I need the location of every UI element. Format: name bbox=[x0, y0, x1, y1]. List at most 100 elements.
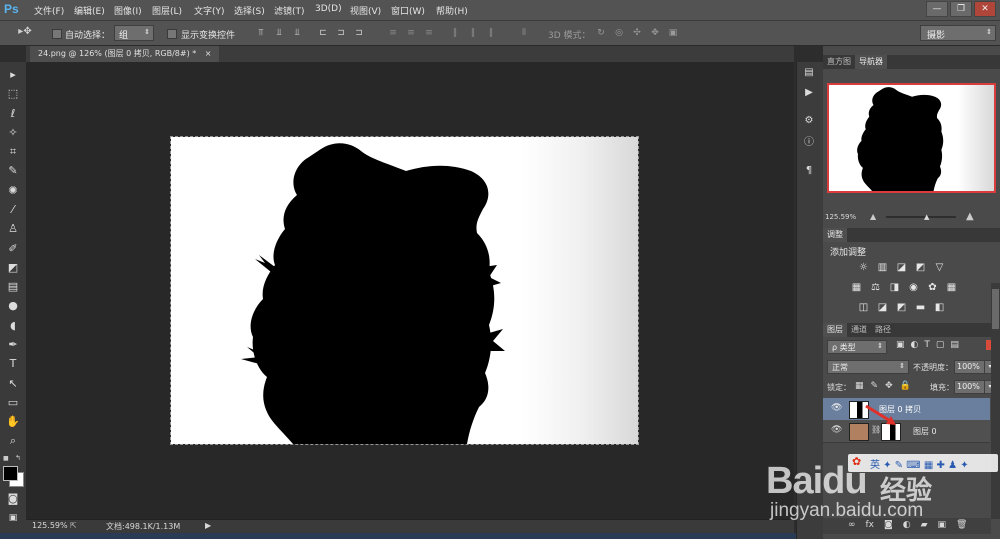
distribute-right-icon[interactable]: ‖ bbox=[486, 28, 496, 38]
pen-tool-icon[interactable]: ✒ bbox=[6, 338, 20, 352]
zoom-tool-icon[interactable]: ⌕ bbox=[6, 434, 20, 448]
align-right-icon[interactable]: ⊐ bbox=[354, 28, 364, 38]
vibrance-icon[interactable]: ▽ bbox=[934, 262, 945, 273]
opacity-input[interactable]: 100% bbox=[954, 360, 986, 374]
eyedropper-tool-icon[interactable]: ✎ bbox=[6, 164, 20, 178]
gradient-tool-icon[interactable]: ▤ bbox=[6, 280, 20, 294]
default-colors-icon[interactable]: ■ bbox=[3, 455, 9, 462]
properties-panel-icon[interactable]: ⚙ bbox=[802, 114, 816, 128]
scrollbar-thumb[interactable] bbox=[992, 289, 999, 329]
history-brush-tool-icon[interactable]: ✐ bbox=[6, 242, 20, 256]
status-menu-arrow-icon[interactable]: ▶ bbox=[205, 521, 211, 530]
selective-color-icon[interactable]: ◧ bbox=[934, 302, 945, 313]
auto-align-icon[interactable]: ⫴ bbox=[519, 28, 529, 38]
clone-stamp-tool-icon[interactable]: ♙ bbox=[6, 222, 20, 236]
quick-mask-icon[interactable]: ◙ bbox=[6, 492, 20, 506]
rectangle-tool-icon[interactable]: ▭ bbox=[6, 396, 20, 410]
tab-navigator[interactable]: 导航器 bbox=[855, 55, 887, 69]
menu-view[interactable]: 视图(V) bbox=[350, 4, 381, 17]
auto-select-checkbox[interactable] bbox=[52, 29, 62, 39]
foreground-color-swatch[interactable] bbox=[3, 466, 18, 481]
visibility-eye-icon[interactable]: 👁 bbox=[831, 425, 842, 435]
black-white-icon[interactable]: ◨ bbox=[889, 282, 900, 293]
move-tool-icon[interactable]: ▸ bbox=[6, 68, 20, 82]
rotate-3d-icon[interactable]: ↻ bbox=[596, 28, 606, 38]
fill-input[interactable]: 100% bbox=[954, 380, 986, 394]
color-balance-icon[interactable]: ⚖ bbox=[870, 282, 881, 293]
tab-histogram[interactable]: 直方图 bbox=[823, 55, 855, 69]
dodge-tool-icon[interactable]: ◖ bbox=[6, 319, 20, 333]
align-bottom-icon[interactable]: ⫫ bbox=[292, 28, 302, 38]
zoom-slider-track[interactable] bbox=[886, 216, 956, 218]
lock-position-icon[interactable]: ✥ bbox=[885, 381, 893, 391]
exposure-icon[interactable]: ◩ bbox=[915, 262, 926, 273]
layer-row-selected[interactable]: 👁 图层 0 拷贝 bbox=[823, 398, 990, 421]
navigator-zoom[interactable]: 125.59% bbox=[825, 213, 856, 221]
status-zoom[interactable]: 125.59% bbox=[32, 521, 68, 530]
align-top-icon[interactable]: ⫪ bbox=[256, 28, 266, 38]
filter-type-icon[interactable]: T bbox=[924, 340, 930, 350]
levels-icon[interactable]: ▥ bbox=[877, 262, 888, 273]
tab-layers[interactable]: 图层 bbox=[823, 323, 847, 337]
visibility-eye-icon[interactable]: 👁 bbox=[831, 403, 842, 413]
eraser-tool-icon[interactable]: ◩ bbox=[6, 261, 20, 275]
crop-tool-icon[interactable]: ⌗ bbox=[6, 145, 20, 159]
menu-file[interactable]: 文件(F) bbox=[34, 4, 64, 17]
auto-select-dropdown[interactable]: 组 ⇕ bbox=[114, 25, 154, 41]
filter-smart-icon[interactable]: ▤ bbox=[950, 340, 959, 350]
invert-icon[interactable]: ◫ bbox=[858, 302, 869, 313]
filter-adjustment-icon[interactable]: ◐ bbox=[911, 340, 919, 350]
menu-image[interactable]: 图像(I) bbox=[114, 4, 142, 17]
layer-filter-dropdown[interactable]: ρ 类型 ⇕ bbox=[827, 340, 887, 354]
history-panel-icon[interactable]: ▤ bbox=[802, 66, 816, 80]
menu-layer[interactable]: 图层(L) bbox=[152, 4, 182, 17]
paragraph-panel-icon[interactable]: ¶ bbox=[802, 164, 816, 178]
posterize-icon[interactable]: ◪ bbox=[877, 302, 888, 313]
hand-tool-icon[interactable]: ✋ bbox=[6, 415, 20, 429]
menu-help[interactable]: 帮助(H) bbox=[436, 4, 468, 17]
menu-filter[interactable]: 滤镜(T) bbox=[274, 4, 305, 17]
minimize-button[interactable]: — bbox=[926, 1, 948, 17]
show-transform-checkbox[interactable] bbox=[167, 29, 177, 39]
hue-saturation-icon[interactable]: ▦ bbox=[851, 282, 862, 293]
align-hcenter-icon[interactable]: ⊐ bbox=[336, 28, 346, 38]
blur-tool-icon[interactable]: ● bbox=[6, 299, 20, 313]
quick-select-tool-icon[interactable]: ✧ bbox=[6, 126, 20, 140]
type-tool-icon[interactable]: T bbox=[6, 357, 20, 371]
brush-tool-icon[interactable]: ⁄ bbox=[6, 203, 20, 217]
filter-shape-icon[interactable]: ▢ bbox=[936, 340, 945, 350]
close-window-button[interactable]: ✕ bbox=[974, 1, 996, 17]
tab-adjustments[interactable]: 调整 bbox=[823, 228, 847, 242]
distribute-hcenter-icon[interactable]: ‖ bbox=[468, 28, 478, 38]
channel-mixer-icon[interactable]: ✿ bbox=[927, 282, 938, 293]
drag-3d-icon[interactable]: ✣ bbox=[632, 28, 642, 38]
menu-3d[interactable]: 3D(D) bbox=[315, 4, 342, 14]
blend-mode-dropdown[interactable]: 正常 ⇕ bbox=[827, 360, 909, 374]
threshold-icon[interactable]: ◩ bbox=[896, 302, 907, 313]
screen-mode-icon[interactable]: ▣ bbox=[6, 511, 20, 525]
restore-button[interactable]: ❐ bbox=[950, 1, 972, 17]
lasso-tool-icon[interactable]: ℓ bbox=[6, 107, 20, 121]
brightness-contrast-icon[interactable]: ☼ bbox=[858, 262, 869, 273]
filter-pixel-icon[interactable]: ▣ bbox=[896, 340, 905, 350]
photo-filter-icon[interactable]: ◉ bbox=[908, 282, 919, 293]
align-left-icon[interactable]: ⊏ bbox=[318, 28, 328, 38]
tab-paths[interactable]: 路径 bbox=[871, 323, 895, 337]
menu-window[interactable]: 窗口(W) bbox=[391, 4, 425, 17]
lock-pixels-icon[interactable]: ✎ bbox=[871, 381, 879, 391]
info-panel-icon[interactable]: ⓘ bbox=[802, 136, 816, 150]
export-icon[interactable]: ⇱ bbox=[70, 521, 77, 530]
actions-play-icon[interactable]: ▶ bbox=[802, 86, 816, 100]
swap-colors-icon[interactable]: ↰ bbox=[15, 454, 21, 462]
distribute-left-icon[interactable]: ‖ bbox=[450, 28, 460, 38]
distribute-vcenter-icon[interactable]: ≡ bbox=[406, 28, 416, 38]
tab-channels[interactable]: 通道 bbox=[847, 323, 871, 337]
distribute-top-icon[interactable]: ≡ bbox=[388, 28, 398, 38]
workspace-dropdown[interactable]: 摄影 ⇕ bbox=[920, 25, 996, 41]
zoom-slider-thumb[interactable]: ▲ bbox=[924, 213, 929, 221]
distribute-bottom-icon[interactable]: ≡ bbox=[424, 28, 434, 38]
slide-3d-icon[interactable]: ✥ bbox=[650, 28, 660, 38]
layer-row[interactable]: 👁 ⛓ 图层 0 bbox=[823, 420, 990, 443]
menu-type[interactable]: 文字(Y) bbox=[194, 4, 225, 17]
gradient-map-icon[interactable]: ▬ bbox=[915, 302, 926, 313]
